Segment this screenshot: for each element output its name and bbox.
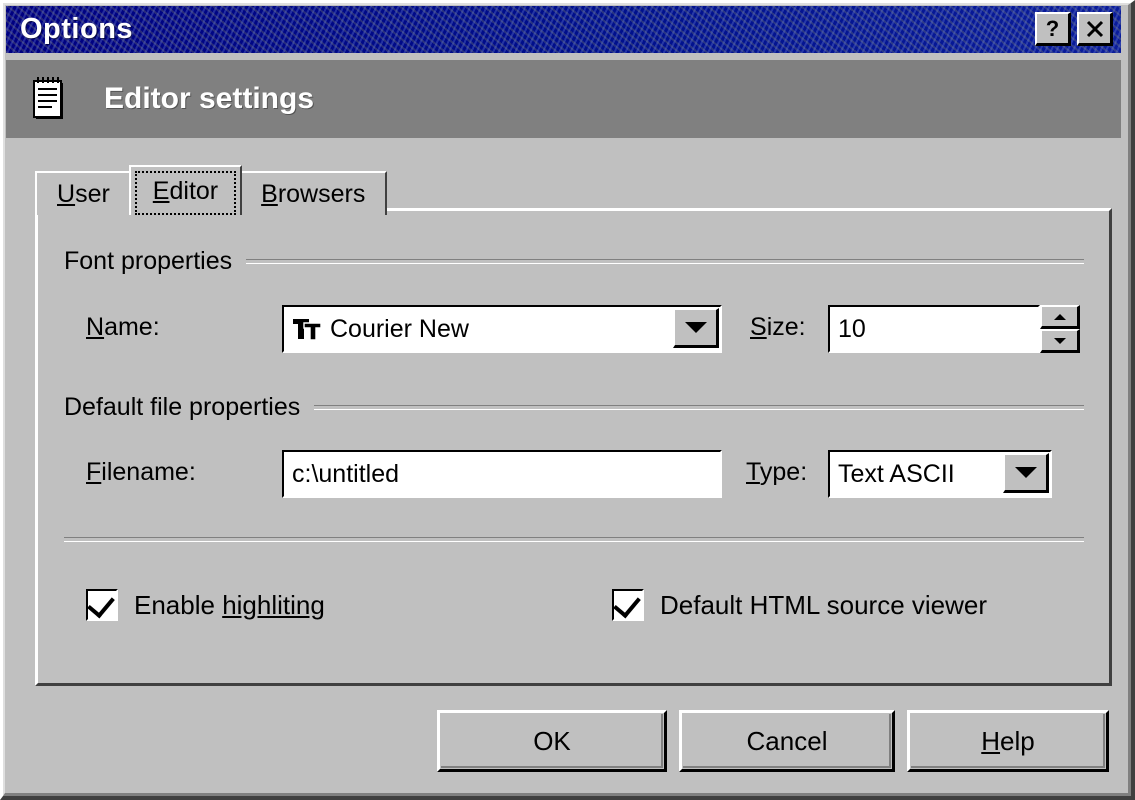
close-icon xyxy=(1086,20,1103,37)
font-name-value: Courier New xyxy=(330,314,469,343)
question-mark-icon: ? xyxy=(1045,15,1060,41)
chevron-down-icon xyxy=(1014,467,1037,478)
spinner-up-button[interactable] xyxy=(1040,305,1080,329)
font-size-value: 10 xyxy=(838,314,866,343)
arrow-down-icon xyxy=(1053,337,1066,344)
file-type-value: Text ASCII xyxy=(838,459,955,488)
font-properties-label: Font properties xyxy=(64,247,233,275)
spinner-down-button[interactable] xyxy=(1040,329,1080,353)
help-button-label: Help xyxy=(981,725,1035,756)
font-name-dropdown-button[interactable] xyxy=(673,308,719,348)
font-name-combobox-field[interactable]: Courier New xyxy=(282,305,722,353)
filename-input[interactable]: c:\untitled xyxy=(282,450,722,498)
window-title: Options xyxy=(20,13,134,45)
chevron-down-icon xyxy=(684,322,707,333)
tab-user[interactable]: User xyxy=(35,171,132,215)
filename-value: c:\untitled xyxy=(292,459,400,488)
header-band: Editor settings xyxy=(6,60,1121,138)
titlebar-button-group: ? xyxy=(1035,12,1113,46)
ok-button[interactable]: OK xyxy=(437,710,667,772)
titlebar[interactable]: Options ? xyxy=(6,6,1121,53)
font-properties-rule xyxy=(246,259,1084,264)
font-size-input[interactable]: 10 xyxy=(828,305,1040,353)
enable-highlighting-checkbox[interactable]: Enable highliting xyxy=(86,589,325,621)
font-size-label: Size: xyxy=(750,313,806,341)
checkbox-box[interactable] xyxy=(86,589,118,621)
file-type-combobox[interactable]: Text ASCII xyxy=(828,450,1052,498)
check-icon xyxy=(87,589,115,619)
header-title: Editor settings xyxy=(104,82,315,115)
arrow-up-icon xyxy=(1053,313,1066,320)
default-html-source-viewer-label: Default HTML source viewer xyxy=(660,589,988,620)
default-html-source-viewer-checkbox[interactable]: Default HTML source viewer xyxy=(612,589,987,621)
cancel-button-label: Cancel xyxy=(746,725,828,756)
tab-user-label: User xyxy=(57,179,110,208)
file-type-label: Type: xyxy=(746,458,808,486)
file-properties-rule xyxy=(314,405,1084,410)
section-separator xyxy=(64,537,1084,542)
tab-browsers[interactable]: Browsers xyxy=(239,171,388,215)
truetype-icon xyxy=(292,316,322,342)
tabstrip: User Editor Browsers xyxy=(35,165,388,215)
notepad-icon xyxy=(32,76,68,122)
tab-editor-label: Editor xyxy=(152,176,219,205)
options-dialog-window: Options ? Editor settings User Editor Br… xyxy=(0,0,1135,800)
filename-label: Filename: xyxy=(86,458,196,486)
tab-panel-editor: Font properties Name: Courier New Size: xyxy=(35,208,1112,686)
close-button[interactable] xyxy=(1077,12,1113,46)
font-properties-group-header: Font properties xyxy=(64,247,1084,276)
ok-button-label: OK xyxy=(533,725,571,756)
font-name-combobox[interactable]: Courier New xyxy=(282,305,722,353)
cancel-button[interactable]: Cancel xyxy=(679,710,895,772)
font-size-spinner[interactable] xyxy=(1040,305,1080,353)
checkbox-box[interactable] xyxy=(612,589,644,621)
help-button-bottom[interactable]: Help xyxy=(907,710,1109,772)
enable-highlighting-label: Enable highliting xyxy=(134,589,325,620)
tab-browsers-label: Browsers xyxy=(261,179,366,208)
file-properties-group-header: Default file properties xyxy=(64,393,1084,422)
font-name-label: Name: xyxy=(86,313,160,341)
check-icon xyxy=(613,589,641,619)
help-button[interactable]: ? xyxy=(1035,12,1071,46)
file-type-dropdown-button[interactable] xyxy=(1003,453,1049,493)
tab-editor[interactable]: Editor xyxy=(128,165,243,215)
file-properties-label: Default file properties xyxy=(64,393,301,421)
